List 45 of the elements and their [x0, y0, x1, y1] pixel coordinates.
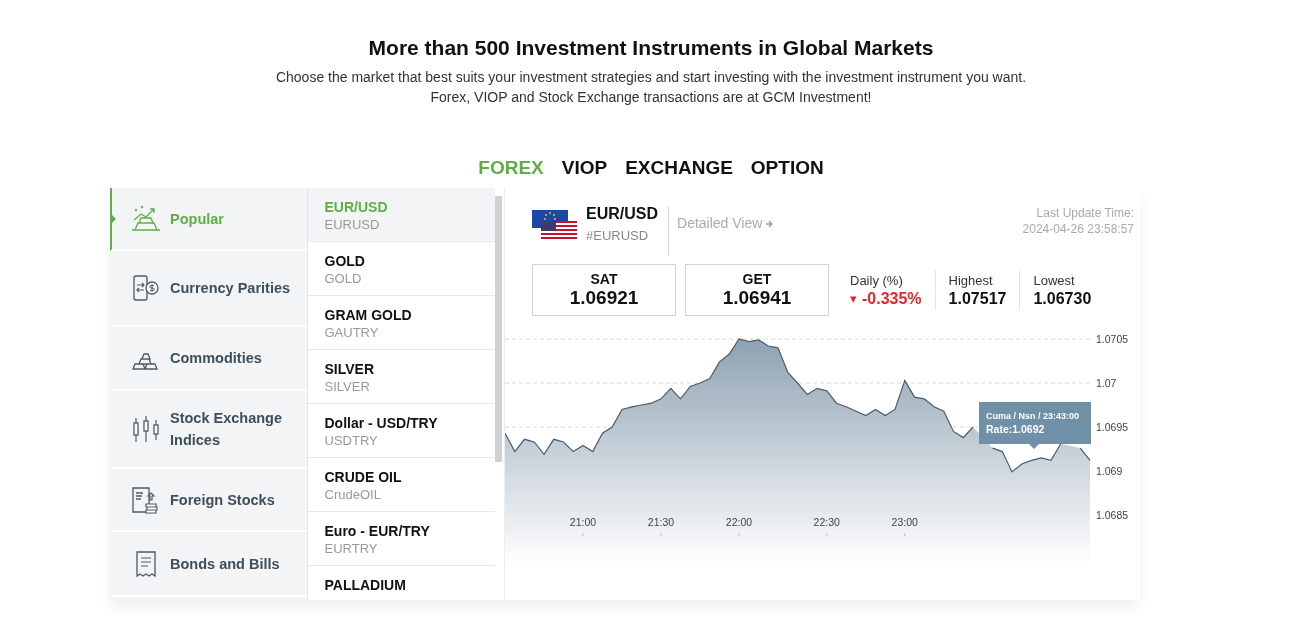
page-title: More than 500 Investment Instruments in Global Markets	[368, 35, 934, 61]
stat-label: Daily (%)	[850, 271, 904, 289]
stat-label: Lowest	[1033, 271, 1076, 289]
quote-label: SAT	[590, 271, 618, 287]
market-tab[interactable]: OPTION	[750, 153, 824, 183]
stat-label: Highest	[948, 271, 994, 289]
category-item[interactable]: Stock Exchange Indices	[110, 391, 307, 469]
category-item[interactable]: Foreign Stocks	[110, 469, 307, 532]
last-update-label: Last Update Time:	[1036, 205, 1134, 221]
indices-category-icon	[130, 414, 160, 444]
stat-value: 1.07517	[948, 288, 1007, 309]
x-axis-label: 23:00	[891, 516, 918, 528]
down-arrow-icon: ▾	[850, 290, 857, 307]
currency-category-icon	[130, 273, 160, 303]
tooltip-title: Cuma / Nsn / 23:43:00	[986, 410, 1081, 422]
last-update-time: 2024-04-26 23:58:57	[1022, 221, 1134, 237]
category-item[interactable]: Bonds and Bills	[110, 532, 307, 597]
market-tab[interactable]: EXCHANGE	[625, 153, 733, 183]
market-tab[interactable]: VIOP	[561, 153, 608, 183]
stat-value: 1.06730	[1033, 288, 1092, 309]
y-axis-label: 1.07	[1096, 377, 1117, 389]
x-axis-label: 22:00	[725, 516, 753, 528]
x-axis-label: 21:30	[647, 516, 675, 528]
symbol-title: EUR/USD	[586, 204, 658, 224]
x-axis-label: 22:30	[813, 516, 840, 528]
y-axis-label: 1.0695	[1096, 421, 1129, 433]
x-axis-label: 21:00	[569, 516, 597, 528]
quote-label: GET	[742, 271, 772, 287]
selection-arrow-icon	[112, 214, 116, 223]
category-item[interactable]: Currency Parities	[110, 251, 307, 327]
subtitle-text: Choose the market that best suits your investment strategies and start investing with the investment instrument you want.	[275, 68, 1027, 87]
symbol-code: #EURUSD	[586, 227, 650, 245]
arrow-icon	[766, 219, 774, 228]
popular-category-icon	[130, 203, 160, 234]
quote-value: 1.06941	[722, 287, 792, 309]
quote-value: 1.06921	[569, 287, 639, 309]
subtitle-text: Forex, VIOP and Stock Exchange transactions are at GCM Investment!	[430, 88, 872, 107]
category-item[interactable]: Commodities	[110, 327, 307, 391]
stocks-category-icon	[130, 484, 160, 515]
y-axis-label: 1.0705	[1096, 333, 1129, 345]
y-axis-label: 1.0685	[1096, 509, 1129, 521]
stat-value: -0.335%	[862, 288, 922, 309]
scrollbar[interactable]	[495, 196, 502, 462]
y-axis-label: 1.069	[1096, 465, 1123, 477]
tooltip-rate: Rate:1.0692	[986, 422, 1046, 436]
